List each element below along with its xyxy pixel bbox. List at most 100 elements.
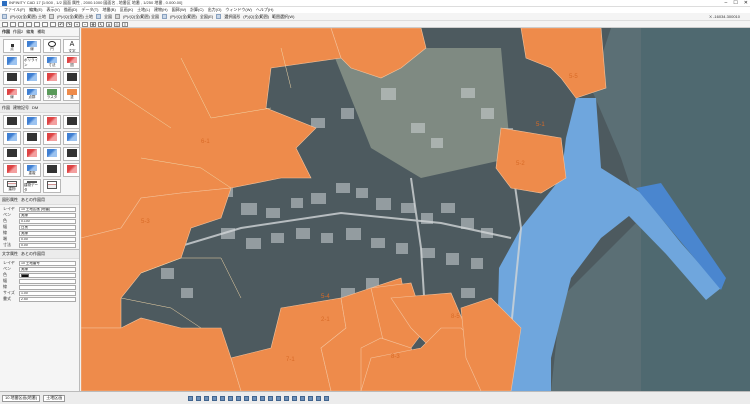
zoom-icon[interactable] [268,395,274,401]
undo-icon[interactable]: ↶ [58,21,64,27]
layer-select[interactable]: 10 土地区画 (地番) [19,206,76,212]
tab-draw[interactable]: 作図 [2,29,10,35]
zoom-out-icon[interactable]: − [82,21,88,27]
tool-icon[interactable] [96,14,101,19]
text-size-field[interactable]: 1.00 [19,290,76,296]
rect-tool[interactable] [3,71,21,85]
bld-tool-9[interactable] [3,147,21,161]
new-icon[interactable] [2,21,8,27]
snap-mid-icon[interactable] [196,395,202,401]
ortho-icon[interactable] [236,395,242,401]
snap-center-icon[interactable] [212,395,218,401]
refresh-icon[interactable] [284,395,290,401]
maximize-button[interactable]: ☐ [733,0,737,7]
curve-tool[interactable] [3,55,21,69]
toolbar-label[interactable]: 全図 [104,14,112,20]
tab-edit[interactable]: 編集 [26,29,34,35]
bld-tool-3[interactable] [43,115,61,129]
dimension-field[interactable]: 0.00 [19,242,76,248]
fill-tool[interactable]: 塗 [63,87,79,101]
toolbar-label[interactable]: 選択図形 [224,14,240,20]
symbol-tool[interactable] [43,71,61,85]
tab-draw2[interactable]: 作図2 [13,29,23,35]
tab-draw-sec[interactable]: 作図 [2,105,10,111]
pan-icon[interactable] [276,395,282,401]
tool-icon[interactable] [162,14,167,19]
redo-icon[interactable]: ↷ [66,21,72,27]
measure-icon[interactable] [260,395,266,401]
bld-tool-1[interactable] [3,115,21,129]
bld-tool-15[interactable] [43,163,61,177]
grid-icon[interactable]: # [106,21,112,27]
pointcloud-tool[interactable]: 点群 [23,87,41,101]
pan-icon[interactable]: ✥ [90,21,96,27]
bld-tool-8[interactable] [63,131,79,145]
bld-tool-2[interactable] [23,115,41,129]
polyline-tool[interactable]: ポリライン [23,55,41,69]
snap-perp-icon[interactable] [220,395,226,401]
layer-icon[interactable] [252,395,258,401]
pen-select[interactable]: 実線 [19,212,76,218]
duplicate-tool[interactable]: 重複 [23,163,41,177]
raster-tool[interactable]: ラスタ [43,87,61,101]
linetype-select[interactable]: 実線 [19,230,76,236]
toolbar-label[interactable]: (P)/(Q)全(範囲) 土地 [57,14,93,20]
snap-end-icon[interactable] [188,395,194,401]
layer-icon[interactable]: ≡ [122,21,128,27]
map-canvas[interactable]: 5-5 5-1 5-2 5-3 5-4 2-1 7-1 8-3 6-1 8-5 [81,28,750,391]
settings-icon[interactable] [308,395,314,401]
tool-icon[interactable] [2,14,7,19]
figure-attr-subtitle[interactable]: あとの作図用 [21,197,45,203]
tool-icon[interactable] [216,14,222,19]
tool-icon[interactable] [49,14,54,19]
select-icon[interactable]: ↖ [98,21,104,27]
width-select[interactable]: 白黒 [19,224,76,230]
bld-tool-16[interactable] [63,163,79,177]
bld-tool-19[interactable] [43,179,61,193]
print-icon[interactable] [26,21,32,27]
text-pen-select[interactable]: 実線 [19,266,76,272]
toolbar-label[interactable]: (P)(Q)全(範囲) [243,14,269,20]
close-button[interactable]: ✕ [744,0,748,7]
paste-icon[interactable] [50,21,56,27]
end-select[interactable]: 0.00 [19,236,76,242]
text-format-field[interactable]: 2.50 [19,296,76,302]
help-icon[interactable] [316,395,322,401]
current-layer-select[interactable]: 10 地番区画(地番) [2,394,41,402]
text-width-select[interactable] [19,278,76,284]
tab-building-symbol[interactable]: 建物記号 [13,105,29,111]
mode-select[interactable]: 土地区画 [43,394,66,402]
grid-snap-icon[interactable] [244,395,250,401]
lock-icon[interactable] [292,395,298,401]
toolbar-label[interactable]: (P)/(Q)全(範囲) 土地 [10,14,46,20]
text-line-select[interactable] [19,284,76,290]
tool-icon[interactable] [115,14,120,19]
tab-assist[interactable]: 補助 [37,29,45,35]
bld-tool-6[interactable] [23,131,41,145]
info-icon[interactable] [324,395,330,401]
text-attr-subtitle[interactable]: あとの作図用 [21,251,45,257]
bld-tool-13[interactable] [3,163,21,177]
save-icon[interactable] [18,21,24,27]
bld-tool-11[interactable] [43,147,61,161]
line-tool[interactable]: 線 [23,39,41,53]
text-layer-select[interactable]: 10 土地番号 [19,260,76,266]
circle-tool[interactable]: 円 [43,39,61,53]
toolbar-label[interactable]: 範囲選択(W) [272,14,294,20]
wire-tool[interactable]: 線 [3,87,21,101]
print-icon[interactable] [300,395,306,401]
dimension-tool[interactable]: 寸法 [43,55,61,69]
toolbar-label[interactable]: (P)/(Q)全(範囲) [170,14,197,20]
text-tool[interactable]: A 文字 [63,39,79,53]
toolbar-label[interactable]: (P)/(Q)全(範囲) 全図 [123,14,159,20]
zoom-in-icon[interactable]: + [74,21,80,27]
snap-intersect-icon[interactable] [204,395,210,401]
bld-tool-4[interactable] [63,115,79,129]
color-select[interactable]: 0.100 [19,218,76,224]
building-tool[interactable]: 建物 [3,179,21,193]
building-data-tool[interactable]: 建物データ [23,179,41,193]
bld-tool-7[interactable] [43,131,61,145]
cut-icon[interactable] [34,21,40,27]
snap-icon[interactable]: ◇ [114,21,120,27]
open-icon[interactable] [10,21,16,27]
